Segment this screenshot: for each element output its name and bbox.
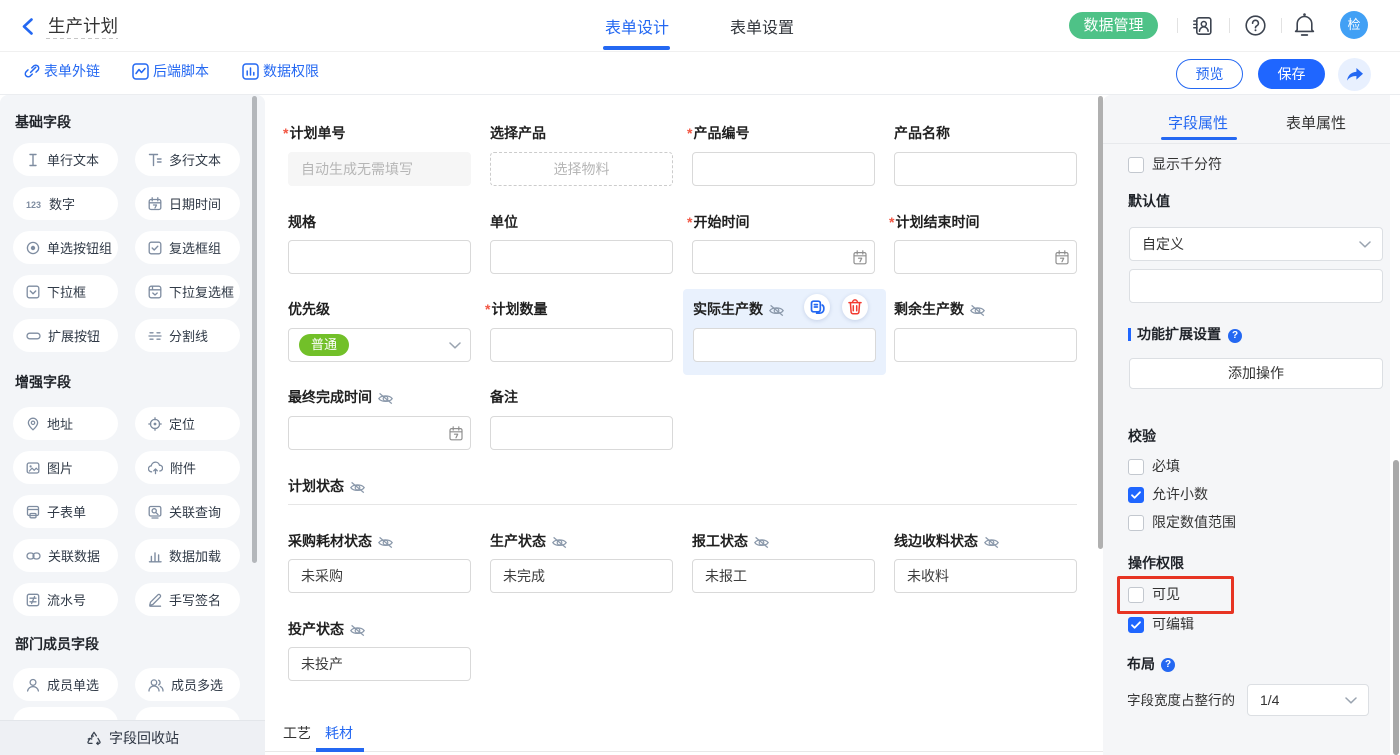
svg-text:123: 123 [26,200,41,210]
